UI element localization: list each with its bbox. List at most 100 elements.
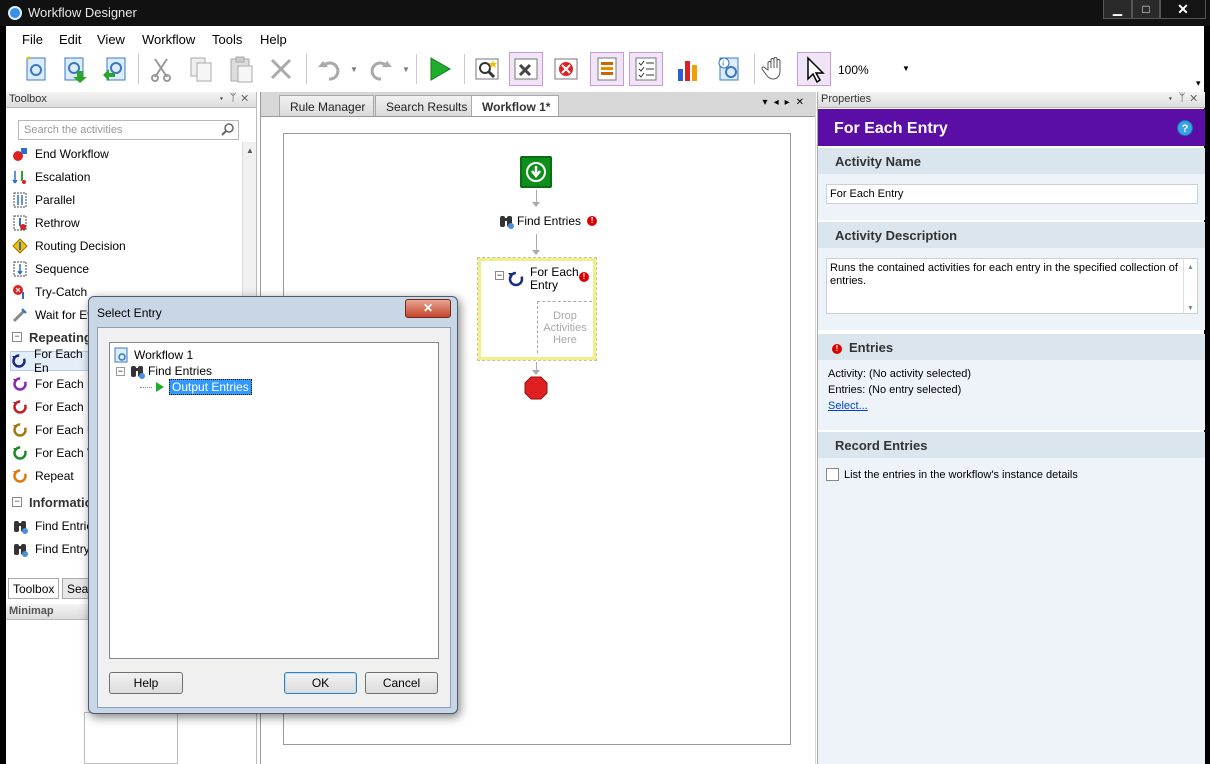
for-each-entry-node[interactable]: − For Each Entry ! Drop Activities Here bbox=[477, 257, 597, 361]
tool-label: Find Entry bbox=[35, 542, 90, 556]
tool-wait-for-event[interactable]: Wait for Ev bbox=[12, 305, 93, 325]
end-node-stop-icon[interactable] bbox=[524, 376, 548, 400]
tree-node-workflow[interactable]: Workflow 1 bbox=[114, 347, 193, 363]
tool-escalation[interactable]: Escalation bbox=[12, 167, 90, 187]
tab-search-results[interactable]: Search Results bbox=[375, 95, 477, 116]
menu-edit[interactable]: Edit bbox=[59, 32, 81, 47]
tool-for-each-entry[interactable]: For Each En bbox=[10, 347, 90, 375]
run-icon[interactable] bbox=[422, 52, 456, 86]
collapse-icon[interactable]: − bbox=[116, 366, 125, 376]
drop-text: Activities bbox=[543, 322, 587, 334]
tool-find-entries[interactable]: Find Entries bbox=[12, 516, 99, 536]
entries-body: Activity: (No activity selected) Entries… bbox=[818, 360, 1205, 430]
tool-routing-decision[interactable]: Routing Decision bbox=[12, 236, 126, 256]
select-entries-link[interactable]: Select... bbox=[828, 400, 868, 412]
find-icon[interactable] bbox=[470, 52, 504, 86]
pointer-icon[interactable] bbox=[797, 52, 831, 86]
new-workflow-icon[interactable] bbox=[20, 52, 54, 86]
activity-name-field[interactable]: For Each Entry bbox=[826, 184, 1198, 204]
tool-label: Rethrow bbox=[35, 216, 80, 230]
activity-search-input[interactable]: Search the activities bbox=[18, 120, 239, 140]
report-chart-icon[interactable] bbox=[672, 52, 706, 86]
tree-node-output-entries[interactable]: Output Entries bbox=[140, 379, 252, 395]
tool-repeat[interactable]: Repeat bbox=[12, 466, 74, 486]
properties-icon[interactable] bbox=[590, 52, 624, 86]
redo-dropdown-icon[interactable]: ▼ bbox=[402, 65, 410, 74]
error-list-icon[interactable] bbox=[549, 52, 583, 86]
activity-description-field[interactable]: Runs the contained activities for each e… bbox=[826, 258, 1198, 314]
document-tab-controls[interactable]: ▾◂▸✕ bbox=[763, 97, 810, 108]
delete-icon[interactable] bbox=[264, 52, 298, 86]
binoculars-icon bbox=[500, 216, 514, 229]
panel-controls[interactable]: ▾ᛘ✕ bbox=[218, 92, 253, 104]
toolbar-overflow-icon[interactable]: ▾ bbox=[1196, 78, 1201, 89]
undo-icon[interactable] bbox=[312, 52, 346, 86]
close-icon: ✕ bbox=[241, 92, 253, 104]
collapse-icon[interactable]: − bbox=[495, 271, 504, 280]
tool-sequence[interactable]: Sequence bbox=[12, 259, 89, 279]
error-icon[interactable]: ! bbox=[587, 216, 598, 226]
group-label: Repeating bbox=[29, 329, 92, 345]
tool-parallel[interactable]: Parallel bbox=[12, 190, 75, 210]
tool-label: For Each U bbox=[35, 423, 96, 437]
menu-help[interactable]: Help bbox=[260, 32, 287, 47]
publish-workflow-icon[interactable] bbox=[98, 52, 132, 86]
tab-workflow-1[interactable]: Workflow 1* bbox=[471, 95, 560, 116]
cut-icon[interactable] bbox=[144, 52, 178, 86]
scroll-up-icon[interactable]: ▲ bbox=[246, 146, 254, 155]
tool-end-workflow[interactable]: End Workflow bbox=[12, 144, 109, 164]
start-arrow-icon bbox=[526, 162, 546, 182]
collapse-icon[interactable]: − bbox=[12, 497, 22, 507]
redo-icon[interactable] bbox=[364, 52, 398, 86]
search-icon[interactable] bbox=[221, 122, 235, 136]
drop-activities-zone[interactable]: Drop Activities Here bbox=[537, 301, 592, 353]
menu-file[interactable]: File bbox=[22, 32, 43, 47]
start-node[interactable] bbox=[520, 156, 552, 188]
error-icon[interactable]: ! bbox=[579, 272, 589, 282]
ok-button[interactable]: OK bbox=[284, 672, 357, 694]
tool-find-entry[interactable]: Find Entry bbox=[12, 539, 90, 559]
routing-decision-icon bbox=[12, 238, 28, 254]
find-entries-node[interactable]: Find Entries ! bbox=[498, 213, 598, 229]
menu-workflow[interactable]: Workflow bbox=[142, 32, 195, 47]
workflow-info-icon[interactable]: i bbox=[712, 52, 746, 86]
help-button[interactable]: Help bbox=[109, 672, 183, 694]
binoculars-icon bbox=[131, 366, 145, 379]
paste-icon[interactable] bbox=[224, 52, 258, 86]
panel-controls[interactable]: ▾ᛘ✕ bbox=[1167, 92, 1202, 104]
checklist-icon[interactable] bbox=[629, 52, 663, 86]
minimap-viewport[interactable] bbox=[84, 712, 178, 764]
undo-dropdown-icon[interactable]: ▼ bbox=[350, 65, 358, 74]
tool-try-catch[interactable]: Try-Catch bbox=[12, 282, 87, 302]
menu-view[interactable]: View bbox=[97, 32, 125, 47]
collapse-icon[interactable]: − bbox=[12, 332, 22, 342]
maximize-button[interactable]: □ bbox=[1132, 0, 1160, 19]
for-each-icon bbox=[508, 271, 524, 287]
zoom-dropdown-icon[interactable]: ▼ bbox=[902, 64, 910, 73]
copy-icon[interactable] bbox=[184, 52, 218, 86]
tools-icon[interactable] bbox=[509, 52, 543, 86]
pin-icon: ᛘ bbox=[229, 92, 242, 104]
tool-for-each-user[interactable]: For Each U bbox=[12, 420, 96, 440]
record-entries-checkbox[interactable] bbox=[826, 468, 839, 481]
help-icon[interactable]: ? bbox=[1177, 120, 1193, 136]
tree-label-selected: Output Entries bbox=[169, 379, 252, 395]
tool-for-each-field[interactable]: For Each Fi bbox=[12, 374, 97, 394]
tool-rethrow[interactable]: Rethrow bbox=[12, 213, 80, 233]
minimize-button[interactable]: ▁ bbox=[1103, 0, 1132, 19]
dialog-close-button[interactable]: ✕ bbox=[405, 299, 451, 318]
zoom-level[interactable]: 100% bbox=[838, 63, 869, 77]
close-button[interactable]: ✕ bbox=[1160, 0, 1206, 19]
tab-toolbox[interactable]: Toolbox bbox=[8, 578, 60, 599]
repeat-icon bbox=[12, 468, 28, 484]
for-each-icon bbox=[12, 422, 28, 438]
tool-for-each-row[interactable]: For Each R bbox=[12, 397, 96, 417]
tree-node-find-entries[interactable]: − Find Entries bbox=[116, 363, 212, 379]
tab-rule-manager[interactable]: Rule Manager bbox=[279, 95, 375, 116]
menu-tools[interactable]: Tools bbox=[212, 32, 242, 47]
description-scrollbar[interactable]: ▲ ▼ bbox=[1183, 259, 1197, 313]
activity-title: For Each Entry bbox=[834, 120, 948, 137]
hand-pan-icon[interactable] bbox=[758, 52, 792, 86]
open-workflow-icon[interactable] bbox=[58, 52, 92, 86]
cancel-button[interactable]: Cancel bbox=[365, 672, 438, 694]
